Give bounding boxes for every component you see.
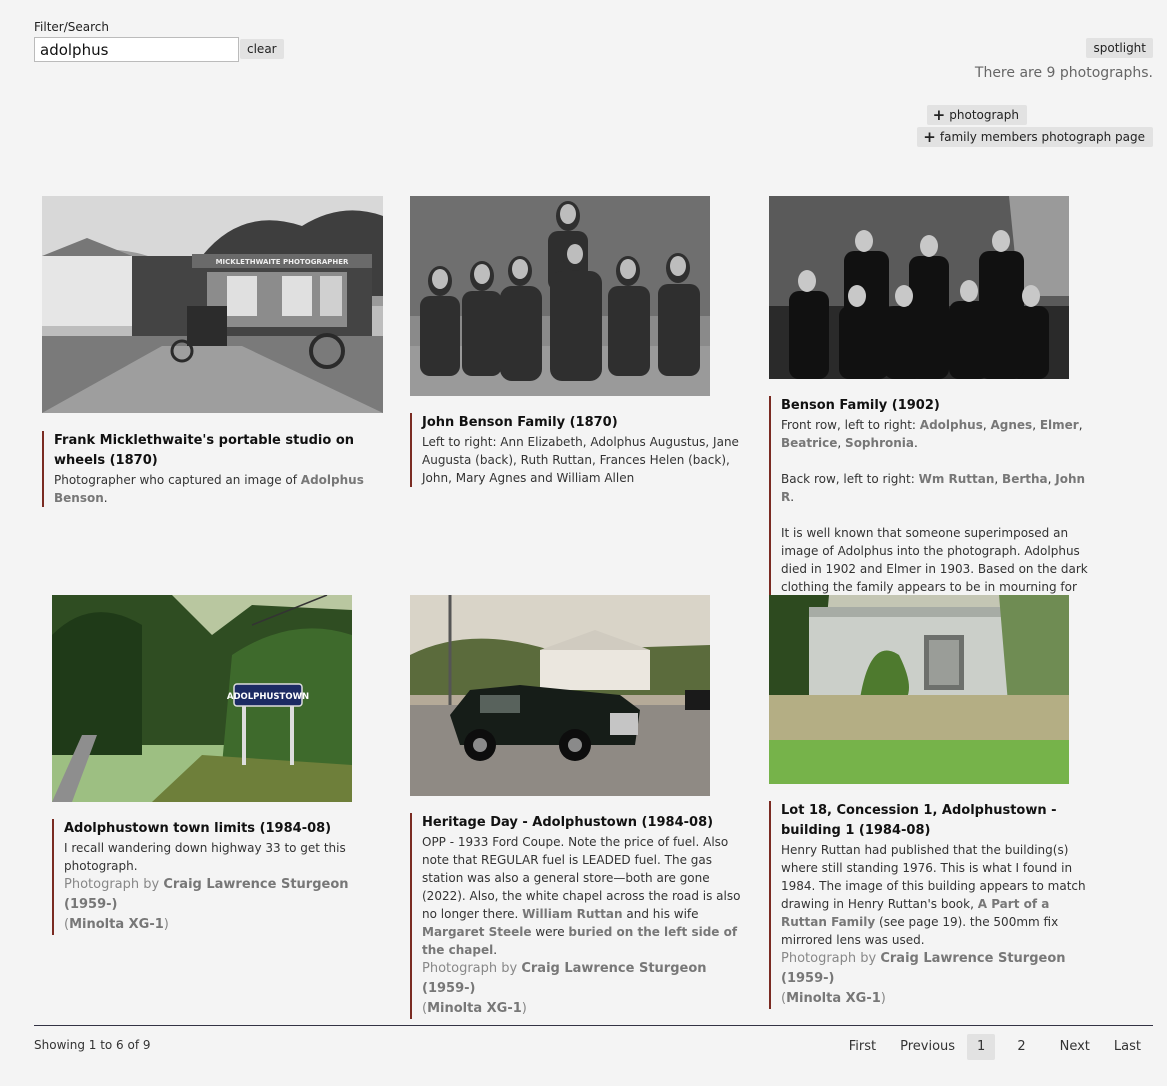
camera-line: (Minolta XG-1) <box>422 1001 527 1016</box>
card-description: Henry Ruttan had published that the buil… <box>781 841 1097 949</box>
search-input[interactable] <box>34 37 239 62</box>
pager-previous[interactable]: Previous <box>888 1034 967 1060</box>
card-title[interactable]: Lot 18, Concession 1, Adolphustown - bui… <box>781 801 1097 841</box>
person-link[interactable]: Beatrice <box>781 436 837 450</box>
photo-studio-wagon[interactable]: MICKLETHWAITE PHOTOGRAPHER <box>42 196 383 413</box>
camera-line: (Minolta XG-1) <box>64 917 169 932</box>
photo-heritage-day[interactable] <box>410 595 710 796</box>
card-description: OPP - 1933 Ford Coupe. Note the price of… <box>422 833 744 959</box>
pager-page-1[interactable]: 1 <box>967 1034 996 1060</box>
camera-link[interactable]: Minolta XG-1 <box>69 917 164 932</box>
desc-text: were <box>531 925 569 939</box>
person-link[interactable]: Wm Ruttan <box>919 472 995 486</box>
add-family-page-button[interactable]: + family members photograph page <box>917 127 1153 147</box>
pagination: First Previous 1 2 Next Last <box>837 1034 1153 1060</box>
pager-last[interactable]: Last <box>1102 1034 1153 1060</box>
add-photograph-button[interactable]: + photograph <box>926 105 1027 125</box>
photo-credit: Photograph by Craig Lawrence Sturgeon (1… <box>422 959 744 999</box>
pager-next[interactable]: Next <box>1048 1034 1102 1060</box>
person-link[interactable]: Bertha <box>1002 472 1048 486</box>
camera-link[interactable]: Minolta XG-1 <box>786 991 881 1006</box>
camera-line: (Minolta XG-1) <box>781 991 886 1006</box>
caption-lot-18-building: Lot 18, Concession 1, Adolphustown - bui… <box>769 801 1097 1009</box>
back-row-prefix: Back row, left to right: <box>781 472 919 486</box>
plus-icon: + <box>932 105 946 124</box>
card-title[interactable]: Frank Micklethwaite's portable studio on… <box>54 431 374 471</box>
spotlight-button[interactable]: spotlight <box>1086 38 1153 58</box>
credit-prefix: Photograph by <box>422 961 522 976</box>
plus-icon: + <box>923 127 936 146</box>
person-link[interactable]: Agnes <box>991 418 1033 432</box>
credit-prefix: Photograph by <box>781 951 881 966</box>
photo-benson-family-1902[interactable] <box>769 196 1069 379</box>
photo-credit: Photograph by Craig Lawrence Sturgeon (1… <box>64 875 380 915</box>
desc-text: and his wife <box>622 907 699 921</box>
desc-text: Photographer who captured an image of <box>54 473 301 487</box>
card-description: Left to right: Ann Elizabeth, Adolphus A… <box>422 435 739 485</box>
caption-town-limits: Adolphustown town limits (1984-08) I rec… <box>52 819 380 935</box>
desc-text: . <box>493 943 498 957</box>
person-link[interactable]: Sophronia <box>845 436 914 450</box>
card-description: Photographer who captured an image of Ad… <box>54 471 374 507</box>
photo-town-limits[interactable]: ADOLPHUSTOWN <box>52 595 352 802</box>
caption-heritage-day: Heritage Day - Adolphustown (1984-08) OP… <box>410 813 744 1019</box>
desc-text: . <box>103 491 108 505</box>
card-title[interactable]: John Benson Family (1870) <box>422 413 740 433</box>
town-sign-text: ADOLPHUSTOWN <box>227 692 309 702</box>
photo-john-benson-family[interactable] <box>410 196 710 396</box>
caption-studio-wagon: Frank Micklethwaite's portable studio on… <box>42 431 374 507</box>
person-link[interactable]: William Ruttan <box>522 907 622 921</box>
photo-lot-18-building[interactable] <box>769 595 1069 784</box>
person-link[interactable]: Elmer <box>1040 418 1079 432</box>
pager-page-2[interactable]: 2 <box>1005 1034 1037 1060</box>
add-photograph-label: photograph <box>949 108 1019 122</box>
add-family-label: family members photograph page <box>939 130 1145 144</box>
filter-label: Filter/Search <box>34 20 109 34</box>
credit-prefix: Photograph by <box>64 877 164 892</box>
camera-link[interactable]: Minolta XG-1 <box>427 1001 522 1016</box>
pager-first[interactable]: First <box>837 1034 888 1060</box>
person-link[interactable]: Margaret Steele <box>422 925 532 939</box>
footer-divider <box>34 1025 1153 1026</box>
caption-john-benson-family: John Benson Family (1870) Left to right:… <box>410 413 740 487</box>
caption-benson-family-1902: Benson Family (1902) Front row, left to … <box>769 396 1097 614</box>
clear-button[interactable]: clear <box>240 39 284 59</box>
showing-count: Showing 1 to 6 of 9 <box>34 1038 151 1052</box>
card-description: I recall wandering down highway 33 to ge… <box>64 841 346 873</box>
back-row-line: Back row, left to right: Wm Ruttan, Bert… <box>781 472 1086 504</box>
photo-count: There are 9 photographs. <box>974 65 1153 81</box>
person-link[interactable]: Adolphus <box>920 418 983 432</box>
wagon-sign-text: MICKLETHWAITE PHOTOGRAPHER <box>216 258 349 266</box>
photo-credit: Photograph by Craig Lawrence Sturgeon (1… <box>781 949 1097 989</box>
front-row-line: Front row, left to right: Adolphus, Agne… <box>781 418 1083 450</box>
card-title[interactable]: Benson Family (1902) <box>781 396 1097 416</box>
card-title[interactable]: Heritage Day - Adolphustown (1984-08) <box>422 813 744 833</box>
card-title[interactable]: Adolphustown town limits (1984-08) <box>64 819 380 839</box>
front-row-prefix: Front row, left to right: <box>781 418 920 432</box>
